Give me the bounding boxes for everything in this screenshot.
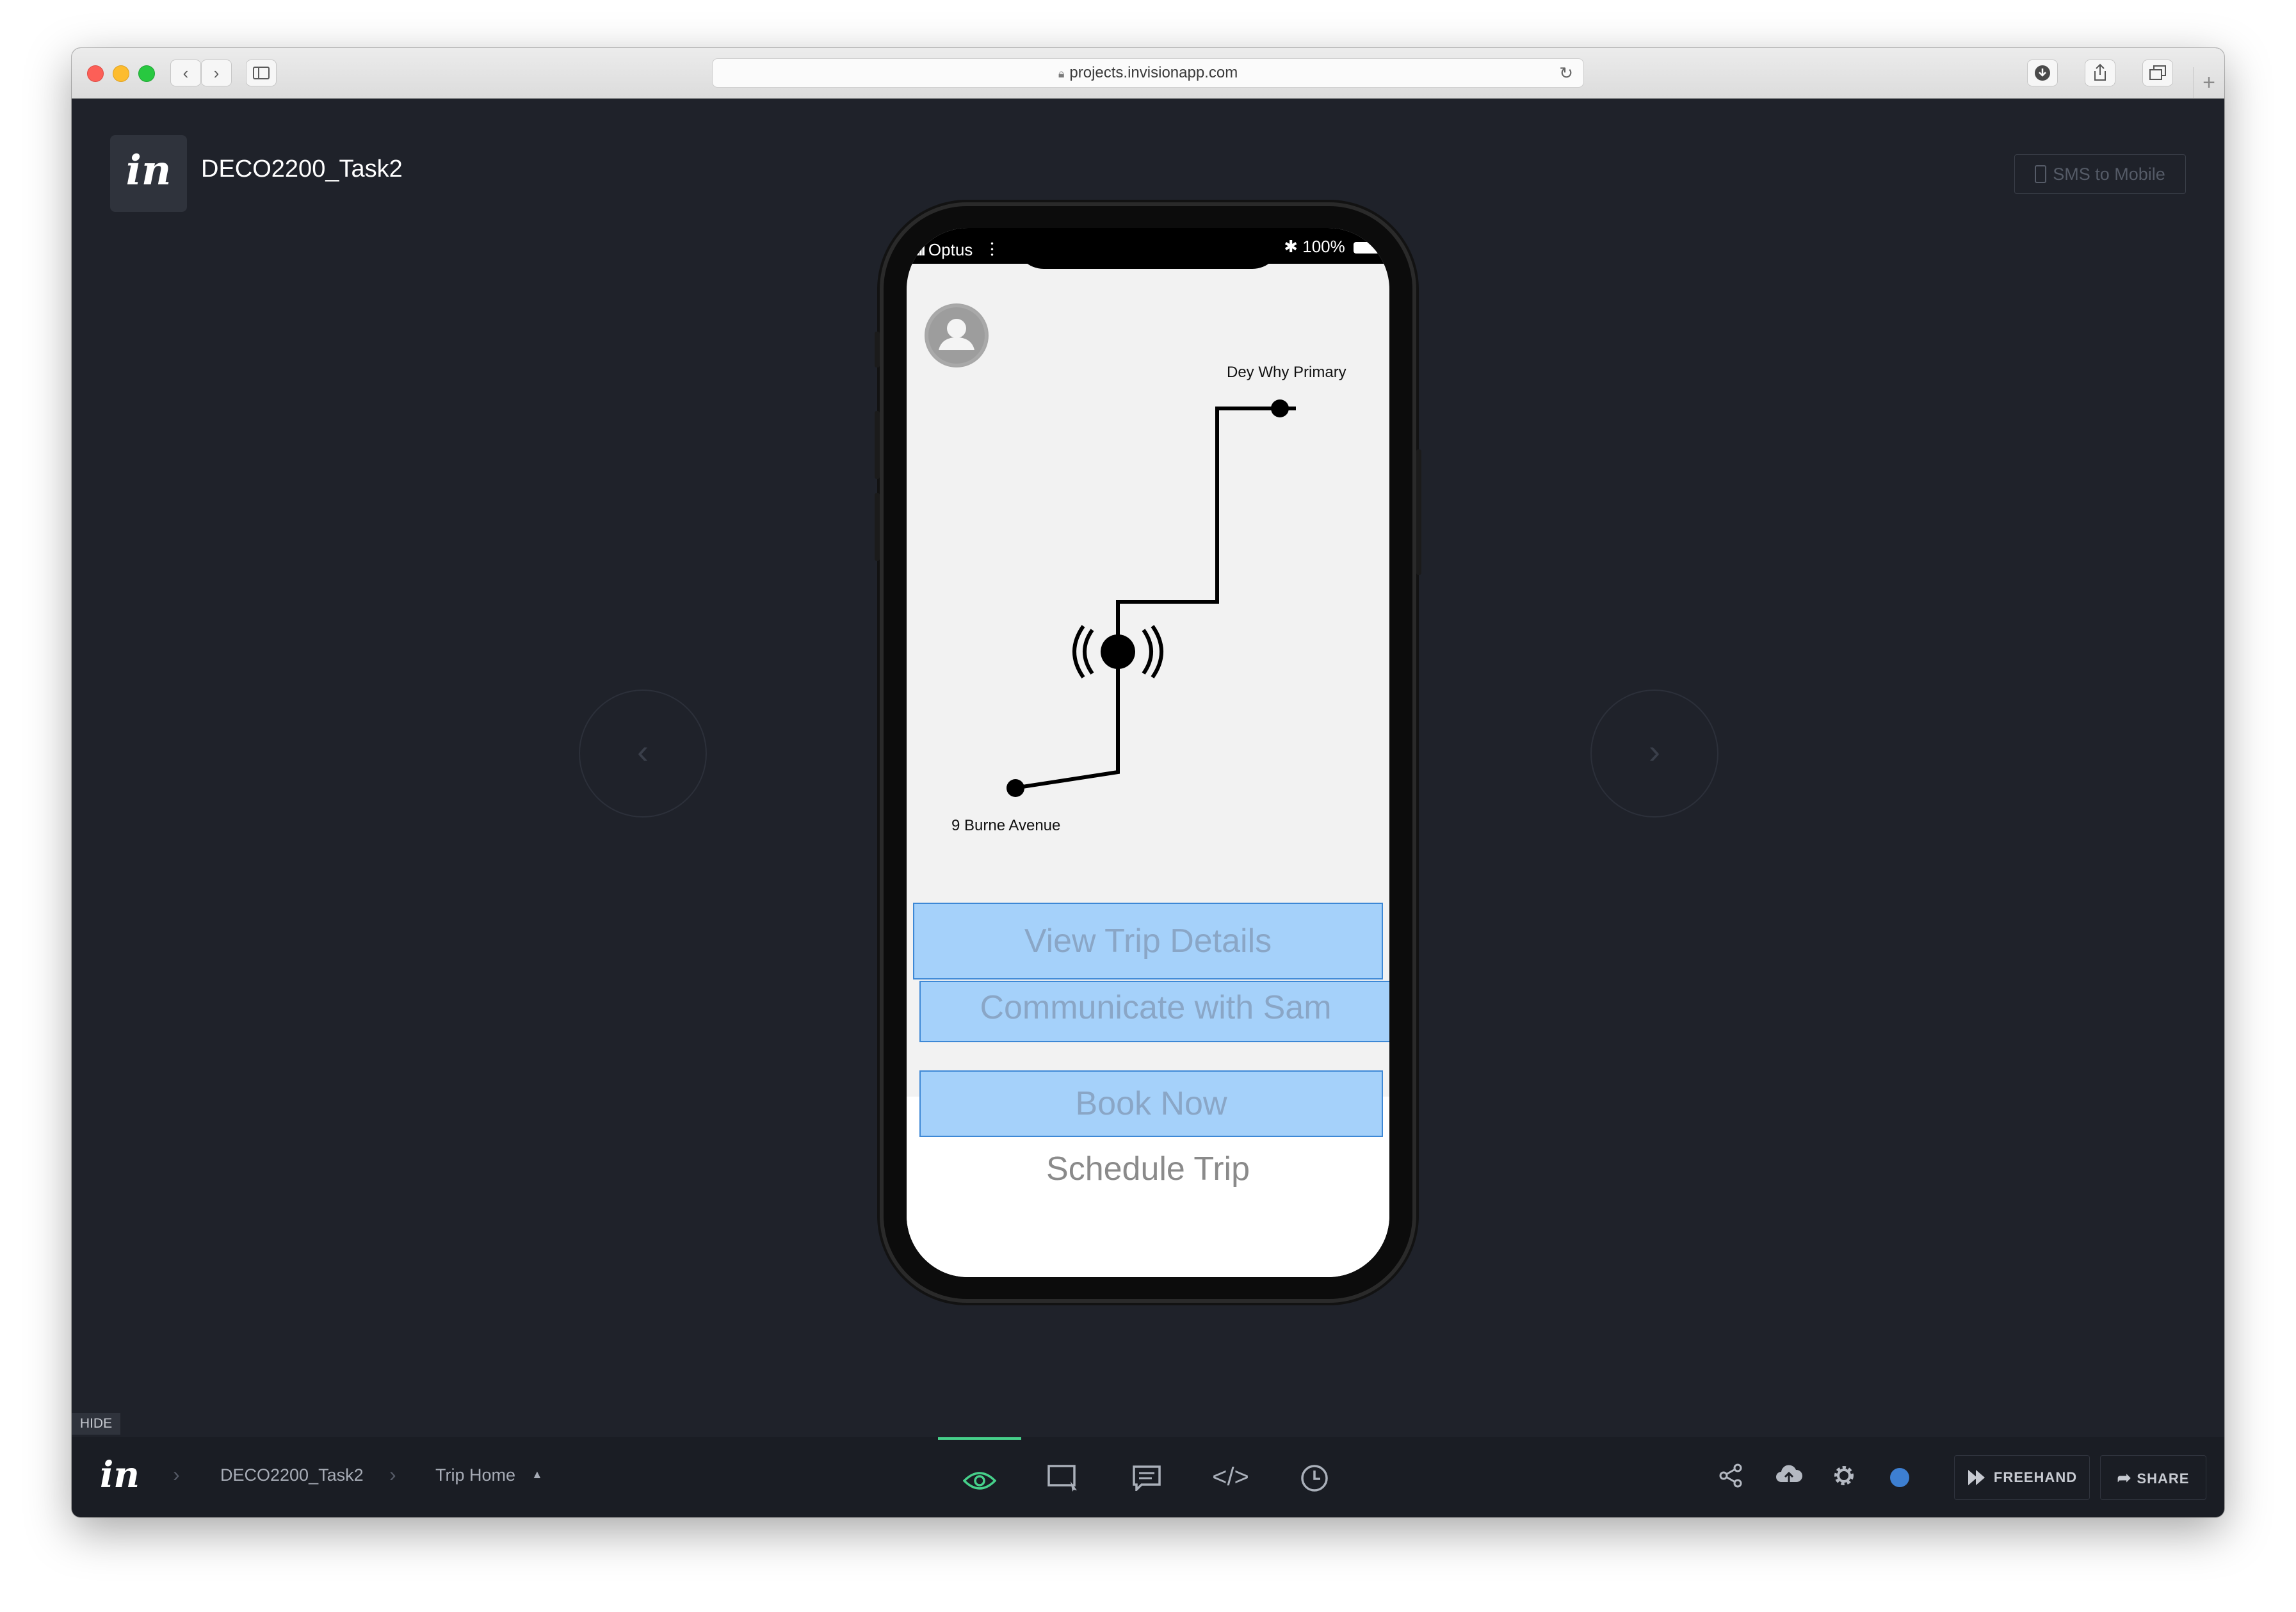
back-button[interactable]: ‹ — [170, 60, 201, 86]
phone-power-button — [1416, 449, 1421, 575]
url-text: projects.invisionapp.com — [1069, 64, 1238, 81]
plus-icon: + — [2203, 70, 2215, 95]
back-icon: ‹ — [182, 63, 189, 83]
communicate-with-sam-button[interactable]: Communicate with Sam — [919, 981, 1389, 1042]
downloads-button[interactable] — [2027, 60, 2058, 86]
phone-screen: ıll Optus ︙ ✱ 100% Dey Why Primary 9 Bur… — [907, 228, 1389, 1277]
sms-label: SMS to Mobile — [2053, 165, 2165, 184]
breadcrumb-separator-icon: › — [389, 1463, 396, 1486]
preview-mode-button[interactable] — [938, 1437, 1021, 1517]
comment-icon — [1133, 1465, 1161, 1493]
screen-menu-caret-icon[interactable]: ▲ — [531, 1468, 543, 1481]
build-icon — [1047, 1465, 1077, 1492]
freehand-button[interactable]: FREEHAND — [1954, 1455, 2090, 1500]
freehand-icon — [1968, 1470, 1985, 1485]
view-trip-details-button[interactable]: View Trip Details — [913, 903, 1383, 979]
breadcrumb-screen[interactable]: Trip Home — [435, 1465, 515, 1485]
toolbar-invision-logo[interactable]: in — [100, 1454, 140, 1496]
phone-volume-down — [875, 493, 880, 561]
share-sheet-button[interactable] — [2085, 60, 2115, 86]
breadcrumb-project[interactable]: DECO2200_Task2 — [220, 1465, 364, 1485]
browser-toolbar: ‹ › 🔒︎ projects.invisionapp.com ↻ + — [72, 48, 2224, 99]
code-icon: </> — [1212, 1463, 1249, 1491]
invision-toolbar: in › DECO2200_Task2 › Trip Home ▲ </> FR… — [72, 1437, 2224, 1517]
build-mode-button[interactable] — [1022, 1437, 1105, 1517]
book-now-button[interactable]: Book Now — [919, 1070, 1383, 1137]
user-avatar[interactable] — [1890, 1468, 1909, 1487]
reload-icon[interactable]: ↻ — [1559, 59, 1573, 87]
sidebar-toggle-button[interactable] — [246, 60, 277, 86]
history-mode-button[interactable] — [1273, 1437, 1356, 1517]
route-map — [1007, 399, 1296, 797]
share-label: SHARE — [2137, 1471, 2190, 1487]
close-window-button[interactable] — [87, 65, 104, 82]
chevron-left-icon: ‹ — [637, 732, 649, 771]
origin-label: 9 Burne Avenue — [951, 817, 1061, 834]
address-bar[interactable]: 🔒︎ projects.invisionapp.com ↻ — [712, 58, 1584, 88]
forward-button[interactable]: › — [201, 60, 232, 86]
browser-window: ‹ › 🔒︎ projects.invisionapp.com ↻ + in DE… — [72, 48, 2224, 1517]
cloud-sync-icon[interactable] — [1775, 1463, 1803, 1495]
share-link-icon[interactable] — [1718, 1463, 1744, 1495]
breadcrumb-separator-icon: › — [173, 1463, 180, 1486]
phone-mute-switch — [875, 332, 880, 367]
tabs-overview-button[interactable] — [2142, 60, 2173, 86]
freehand-label: FREEHAND — [1993, 1469, 2078, 1485]
sms-to-mobile-button[interactable]: SMS to Mobile — [2014, 154, 2186, 194]
phone-volume-up — [875, 411, 880, 479]
share-arrow-icon: ➦ — [2117, 1468, 2132, 1487]
phone-icon — [2035, 165, 2047, 183]
chevron-right-icon: › — [1649, 732, 1660, 771]
project-title: DECO2200_Task2 — [201, 156, 403, 182]
new-tab-button[interactable]: + — [2193, 67, 2224, 98]
eye-icon — [962, 1472, 997, 1490]
minimize-window-button[interactable] — [113, 65, 129, 82]
comment-mode-button[interactable] — [1105, 1437, 1188, 1517]
next-screen-button[interactable]: › — [1590, 689, 1718, 818]
previous-screen-button[interactable]: ‹ — [579, 689, 707, 818]
schedule-trip-button[interactable]: Schedule Trip — [907, 1150, 1389, 1188]
route-line — [1014, 407, 1296, 790]
forward-icon: › — [213, 63, 220, 83]
share-button[interactable]: ➦ SHARE — [2100, 1455, 2206, 1500]
download-icon — [2035, 65, 2050, 81]
share-icon — [2094, 63, 2106, 81]
invision-logo[interactable]: in — [110, 135, 187, 212]
origin-marker — [1007, 779, 1024, 797]
hide-toolbar-button[interactable]: HIDE — [72, 1413, 120, 1435]
lock-icon: 🔒︎ — [1058, 67, 1065, 80]
sidebar-icon — [253, 67, 270, 79]
phone-frame: ıll Optus ︙ ✱ 100% Dey Why Primary 9 Bur… — [875, 206, 1421, 1299]
destination-marker — [1271, 399, 1289, 417]
inspect-mode-button[interactable]: </> — [1189, 1437, 1272, 1517]
clock-icon — [1301, 1465, 1328, 1492]
tabs-icon — [2149, 65, 2166, 80]
settings-gear-icon[interactable] — [1831, 1463, 1857, 1495]
zoom-window-button[interactable] — [138, 65, 155, 82]
destination-label: Dey Why Primary — [1227, 364, 1346, 381]
